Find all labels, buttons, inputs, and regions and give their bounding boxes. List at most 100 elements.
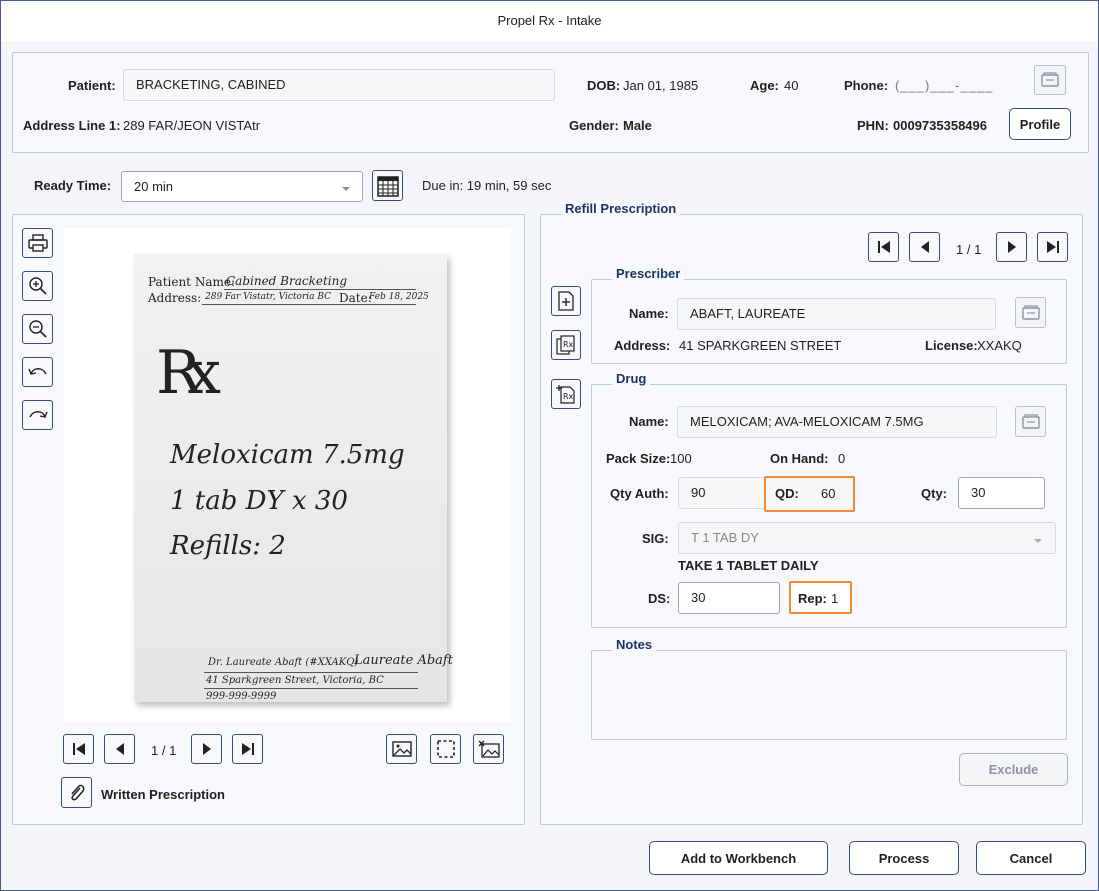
prev-page-icon	[920, 241, 929, 253]
qty-field[interactable]: 30	[958, 477, 1045, 509]
zoom-out-button[interactable]	[22, 314, 53, 344]
new-rx-button[interactable]	[551, 286, 581, 316]
prescription-paper: Patient Name: Cabined Bracketing Address…	[134, 254, 453, 702]
drug-name-field[interactable]: MELOXICAM; AVA-MELOXICAM 7.5MG	[677, 406, 997, 438]
rep-label: Rep:	[798, 591, 827, 606]
select-area-icon	[436, 740, 455, 758]
exclude-button[interactable]: Exclude	[959, 753, 1068, 786]
rx-symbol: Rx	[156, 338, 221, 408]
rx-line-3: Refills: 2	[170, 531, 286, 561]
image-next-page-button[interactable]	[191, 734, 222, 764]
refill-prev-page-button[interactable]	[909, 232, 940, 262]
rx-doctor-phone: 999-999-9999	[206, 691, 277, 702]
profile-button[interactable]: Profile	[1009, 108, 1071, 140]
folder-icon	[1021, 413, 1040, 429]
last-page-icon	[241, 743, 254, 755]
rx-line-1: Meloxicam 7.5mg	[170, 440, 405, 470]
rx-date-label: Date:	[339, 291, 372, 305]
intake-window: Propel Rx - Intake Patient: BRACKETING, …	[0, 0, 1099, 891]
pack-size-value: 100	[670, 451, 692, 466]
attachment-label: Written Prescription	[101, 787, 226, 802]
dob-label: DOB:	[587, 78, 621, 93]
on-hand-label: On Hand:	[770, 451, 829, 466]
rx-date: Feb 18, 2025	[369, 292, 429, 302]
patient-folder-button[interactable]	[1034, 65, 1066, 95]
prescriber-name-label: Name:	[629, 306, 669, 321]
rotate-right-button[interactable]	[22, 400, 53, 430]
folder-icon	[1041, 72, 1059, 87]
calendar-button[interactable]	[372, 170, 403, 201]
address-label: Address Line 1:	[23, 118, 121, 133]
prescriber-folder-button[interactable]	[1015, 297, 1046, 328]
drug-name-label: Name:	[629, 414, 669, 429]
ds-label: DS:	[648, 591, 671, 606]
drug-folder-button[interactable]	[1015, 406, 1046, 437]
first-page-icon	[72, 743, 85, 755]
rx-address-underline	[202, 304, 416, 305]
rx-line-2: 1 tab DY x 30	[170, 486, 348, 516]
add-rx-button[interactable]: Rx	[551, 379, 581, 409]
gender-label: Gender:	[569, 118, 619, 133]
chevron-down-icon	[1034, 539, 1042, 543]
rotate-left-button[interactable]	[22, 357, 53, 387]
cancel-button[interactable]: Cancel	[976, 841, 1086, 875]
refill-next-page-button[interactable]	[996, 232, 1027, 262]
image-last-page-button[interactable]	[232, 734, 263, 764]
sig-select[interactable]: T 1 TAB DY	[678, 522, 1056, 554]
add-document-icon	[558, 291, 574, 311]
next-page-icon	[1007, 241, 1016, 253]
sig-text: TAKE 1 TABLET DAILY	[678, 558, 819, 573]
chevron-down-icon	[342, 187, 350, 191]
svg-text:Rx: Rx	[563, 392, 574, 401]
due-time: Due in: 19 min, 59 sec	[422, 178, 552, 193]
pack-size-label: Pack Size:	[606, 451, 671, 466]
last-page-icon	[1046, 241, 1059, 253]
refill-first-page-button[interactable]	[868, 232, 899, 262]
image-first-page-button[interactable]	[63, 734, 94, 764]
prescriber-license-label: License:	[925, 338, 978, 353]
copy-rx-button[interactable]: Rx	[551, 330, 581, 360]
drug-legend: Drug	[612, 371, 651, 386]
add-to-workbench-button[interactable]: Add to Workbench	[649, 841, 828, 875]
remove-image-button[interactable]	[473, 734, 504, 764]
qd-value: 60	[821, 486, 836, 501]
attachment-button[interactable]	[61, 777, 92, 808]
ready-time-select[interactable]: 20 min	[121, 171, 363, 202]
on-hand-value: 0	[838, 451, 846, 466]
select-area-button[interactable]	[430, 734, 461, 764]
ready-time-label: Ready Time:	[34, 178, 112, 193]
rx-doctor-address: 41 Sparkgreen Street, Victoria, BC	[206, 675, 384, 686]
prescriber-address-value: 41 SPARKGREEN STREET	[679, 338, 842, 353]
prescriber-name-field[interactable]: ABAFT, LAUREATE	[677, 298, 996, 330]
calendar-icon	[376, 175, 399, 197]
rep-value: 1	[831, 591, 839, 606]
fit-image-button[interactable]	[386, 734, 417, 764]
folder-icon	[1021, 304, 1040, 320]
patient-name-label: Patient:	[68, 78, 116, 93]
notes-section[interactable]	[591, 650, 1067, 740]
print-button[interactable]	[22, 228, 53, 258]
qd-label: QD:	[775, 486, 799, 501]
image-page-indicator: 1 / 1	[151, 743, 177, 758]
qty-auth-label: Qty Auth:	[610, 486, 669, 501]
qty-label: Qty:	[921, 486, 947, 501]
refill-title: Refill Prescription	[561, 201, 681, 216]
patient-name-field[interactable]: BRACKETING, CABINED	[123, 69, 555, 101]
prescription-image: Patient Name: Cabined Bracketing Address…	[64, 228, 511, 722]
rx-signature: Laureate Abaft	[354, 653, 453, 668]
zoom-in-button[interactable]	[22, 271, 53, 301]
process-button[interactable]: Process	[849, 841, 959, 875]
prescriber-address-label: Address:	[614, 338, 671, 353]
image-prev-page-button[interactable]	[104, 734, 135, 764]
rx-doctor-address-underline	[204, 688, 418, 689]
rx-address-label: Address:	[148, 291, 202, 305]
zoom-in-icon	[28, 277, 47, 295]
rx-patient-name-label: Patient Name:	[148, 275, 235, 289]
refill-last-page-button[interactable]	[1037, 232, 1068, 262]
copy-rx-icon: Rx	[556, 335, 575, 355]
ds-field[interactable]: 30	[678, 582, 780, 614]
next-page-icon	[202, 743, 211, 755]
rx-patient-name: Cabined Bracketing	[226, 274, 348, 288]
refill-page-indicator: 1 / 1	[956, 242, 982, 257]
prev-page-icon	[115, 743, 124, 755]
